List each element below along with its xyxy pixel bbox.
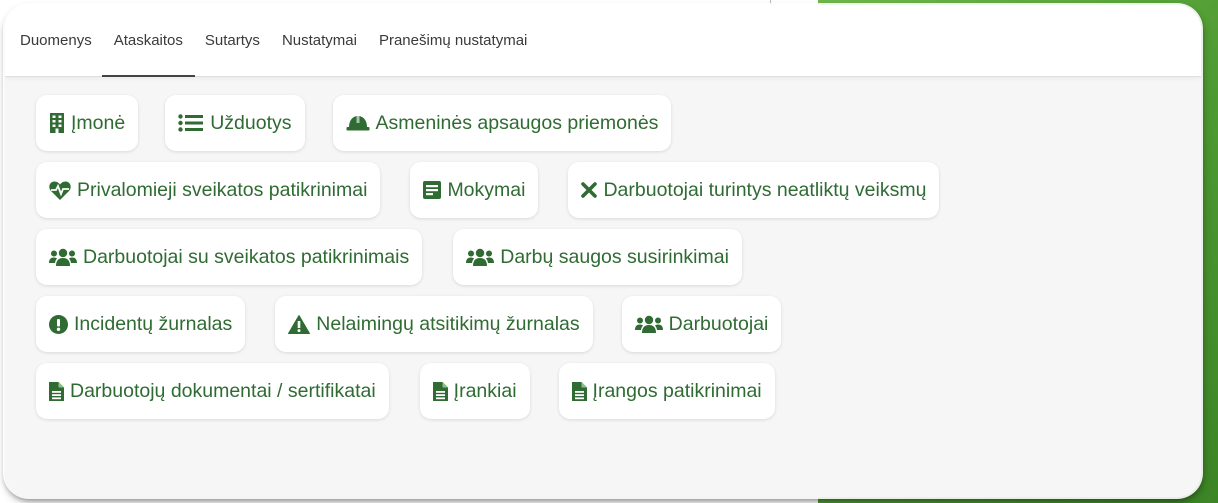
tab-sutartys[interactable]: Sutartys: [205, 5, 260, 77]
reports-row: Įmonė Užduotys Asmeninės apsaugos priemo…: [36, 95, 1201, 151]
tab-nustatymai[interactable]: Nustatymai: [282, 5, 357, 77]
document-box-icon: [423, 181, 442, 199]
report-privalomieji-label: Privalomieji sveikatos patikrinimai: [77, 178, 368, 201]
report-su-sveikatos-button[interactable]: Darbuotojai su sveikatos patikrinimais: [36, 229, 423, 285]
report-incidentu-label: Incidentų žurnalas: [74, 312, 233, 335]
tab-ataskaitos[interactable]: Ataskaitos: [101, 5, 196, 77]
users-icon: [466, 248, 495, 266]
users-icon: [634, 315, 663, 333]
report-mokymai-label: Mokymai: [447, 178, 526, 201]
reports-row: Privalomieji sveikatos patikrinimai Moky…: [36, 162, 1201, 218]
reports-row: Darbuotojų dokumentai / sertifikatai Įra…: [36, 363, 1201, 419]
reports-grid: Įmonė Užduotys Asmeninės apsaugos priemo…: [5, 77, 1201, 419]
report-privalomieji-button[interactable]: Privalomieji sveikatos patikrinimai: [36, 162, 381, 218]
building-icon: [49, 113, 65, 133]
reports-card: Duomenys Ataskaitos Sutartys Nustatymai …: [5, 5, 1201, 497]
report-asmenines-label: Asmeninės apsaugos priemonės: [375, 111, 659, 134]
report-irankiai-label: Įrankiai: [453, 379, 517, 402]
file-icon: [49, 381, 64, 401]
tab-bar: Duomenys Ataskaitos Sutartys Nustatymai …: [5, 5, 1201, 77]
report-irankiai-button[interactable]: Įrankiai: [419, 363, 530, 419]
file-icon: [571, 381, 587, 401]
hard-hat-icon: [346, 115, 370, 131]
times-icon: [581, 182, 598, 198]
tab-duomenys[interactable]: Duomenys: [20, 5, 92, 77]
tab-pranesimu-nustatymai[interactable]: Pranešimų nustatymai: [379, 5, 527, 77]
report-imone-button[interactable]: Įmonė: [36, 95, 139, 151]
report-mokymai-button[interactable]: Mokymai: [410, 162, 539, 218]
report-asmenines-button[interactable]: Asmeninės apsaugos priemonės: [332, 95, 672, 151]
list-icon: [178, 114, 204, 132]
report-incidentu-button[interactable]: Incidentų žurnalas: [36, 296, 246, 352]
report-dokumentai-label: Darbuotojų dokumentai / sertifikatai: [70, 379, 376, 402]
report-susirinkimai-button[interactable]: Darbų saugos susirinkimai: [453, 229, 742, 285]
report-nelaimingu-button[interactable]: Nelaimingų atsitikimų žurnalas: [275, 296, 593, 352]
report-imone-label: Įmonė: [71, 111, 126, 134]
report-irangos-label: Įrangos patikrinimai: [592, 379, 762, 402]
report-dokumentai-button[interactable]: Darbuotojų dokumentai / sertifikatai: [36, 363, 389, 419]
report-irangos-button[interactable]: Įrangos patikrinimai: [558, 363, 775, 419]
report-darbuotojai-label: Darbuotojai: [668, 312, 769, 335]
reports-row: Incidentų žurnalas Nelaimingų atsitikimų…: [36, 296, 1201, 352]
report-nelaimingu-label: Nelaimingų atsitikimų žurnalas: [316, 312, 580, 335]
exclamation-circle-icon: [49, 314, 68, 334]
heartbeat-icon: [49, 180, 71, 200]
report-neatliktu-button[interactable]: Darbuotojai turintys neatliktų veiksmų: [568, 162, 940, 218]
report-darbuotojai-button[interactable]: Darbuotojai: [621, 296, 782, 352]
reports-row: Darbuotojai su sveikatos patikrinimais D…: [36, 229, 1201, 285]
report-susirinkimai-label: Darbų saugos susirinkimai: [500, 245, 729, 268]
report-uzduotys-label: Užduotys: [210, 111, 292, 134]
users-icon: [49, 248, 77, 266]
report-su-sveikatos-label: Darbuotojai su sveikatos patikrinimais: [83, 245, 410, 268]
report-uzduotys-button[interactable]: Užduotys: [165, 95, 305, 151]
file-icon: [432, 381, 448, 401]
report-neatliktu-label: Darbuotojai turintys neatliktų veiksmų: [603, 178, 927, 201]
warning-triangle-icon: [288, 314, 311, 334]
